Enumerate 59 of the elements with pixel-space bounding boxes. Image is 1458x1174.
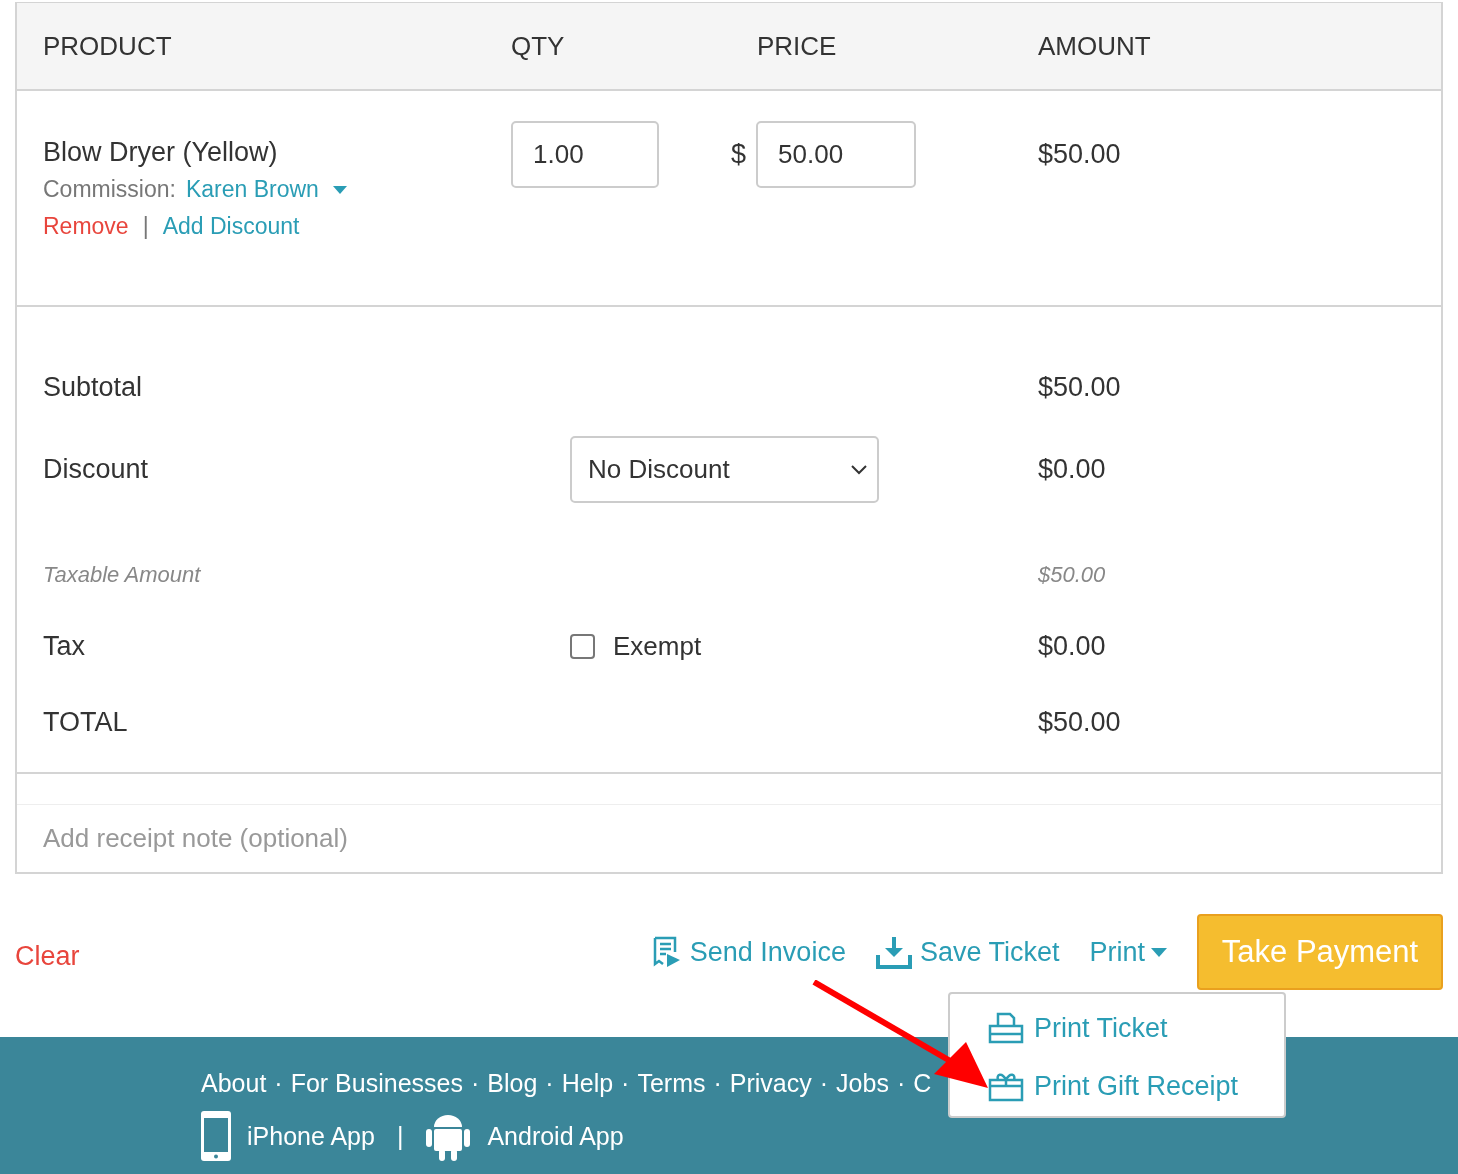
invoice-icon [651,936,682,968]
footer-link[interactable]: For Businesses [290,1069,463,1098]
separator: · [545,1069,554,1098]
remove-link[interactable]: Remove [43,213,129,240]
discount-select[interactable]: No Discount [570,436,879,503]
column-header: AMOUNT [1038,30,1152,62]
total-label: Tax [43,630,87,662]
total-amount: $50.00 [1038,562,1107,588]
separator: | [396,1121,404,1151]
separator: · [819,1069,829,1098]
separator: · [274,1069,283,1098]
caret-icon [1151,947,1167,957]
separator: · [621,1069,630,1098]
footer-link[interactable]: Terms [637,1069,706,1098]
footer-link[interactable]: C [913,1069,932,1098]
clear-link[interactable]: Clear [15,940,80,972]
download-icon [875,935,912,969]
commission-label: Commission: [43,176,176,203]
total-label: Taxable Amount [43,562,202,588]
footer-link[interactable]: Jobs [836,1069,889,1098]
footer-link[interactable]: About [201,1069,267,1098]
menu-item[interactable]: Print Gift Receipt [988,1070,1284,1102]
separator: · [713,1069,722,1098]
column-header: PRODUCT [43,30,173,62]
send-invoice-link[interactable]: Send Invoice [689,936,846,968]
app-link[interactable]: iPhone App [247,1121,375,1151]
print-dropdown[interactable]: Print [1089,936,1167,968]
footer-link[interactable]: Help [561,1069,614,1098]
caret-icon [332,185,347,194]
footer-link[interactable]: Privacy [729,1069,812,1098]
commission-link[interactable]: Karen Brown [185,176,319,203]
currency-symbol: $ [731,139,747,170]
gift-icon [988,1070,1024,1102]
app-link[interactable]: Android App [487,1121,624,1151]
product-name: Blow Dryer (Yellow) [43,137,279,168]
total-amount: $50.00 [1038,371,1122,403]
total-amount: $0.00 [1038,630,1107,662]
menu-item[interactable]: Print Ticket [988,1012,1284,1044]
separator: · [896,1069,906,1098]
exempt-checkbox[interactable] [570,633,595,659]
qty-field[interactable]: 1.00 [511,121,659,188]
phone-icon [201,1111,231,1161]
total-amount: $0.00 [1038,454,1107,485]
printer-icon [988,1012,1024,1044]
line-amount: $50.00 [1038,139,1122,171]
footer-link[interactable]: Blog [487,1069,538,1098]
price-field[interactable]: 50.00 [756,121,917,188]
separator: · [470,1069,480,1098]
total-amount: $50.00 [1038,706,1122,738]
total-label: Subtotal [43,371,144,403]
save-ticket-link[interactable]: Save Ticket [919,936,1060,968]
separator: | [142,213,149,240]
total-label: TOTAL [43,706,129,738]
exempt-label: Exempt [613,630,702,662]
add-discount-link[interactable]: Add Discount [162,213,300,240]
column-header: QTY [511,30,566,62]
total-label: Discount [43,454,150,485]
chevron-icon [851,464,867,475]
column-header: PRICE [757,30,838,62]
